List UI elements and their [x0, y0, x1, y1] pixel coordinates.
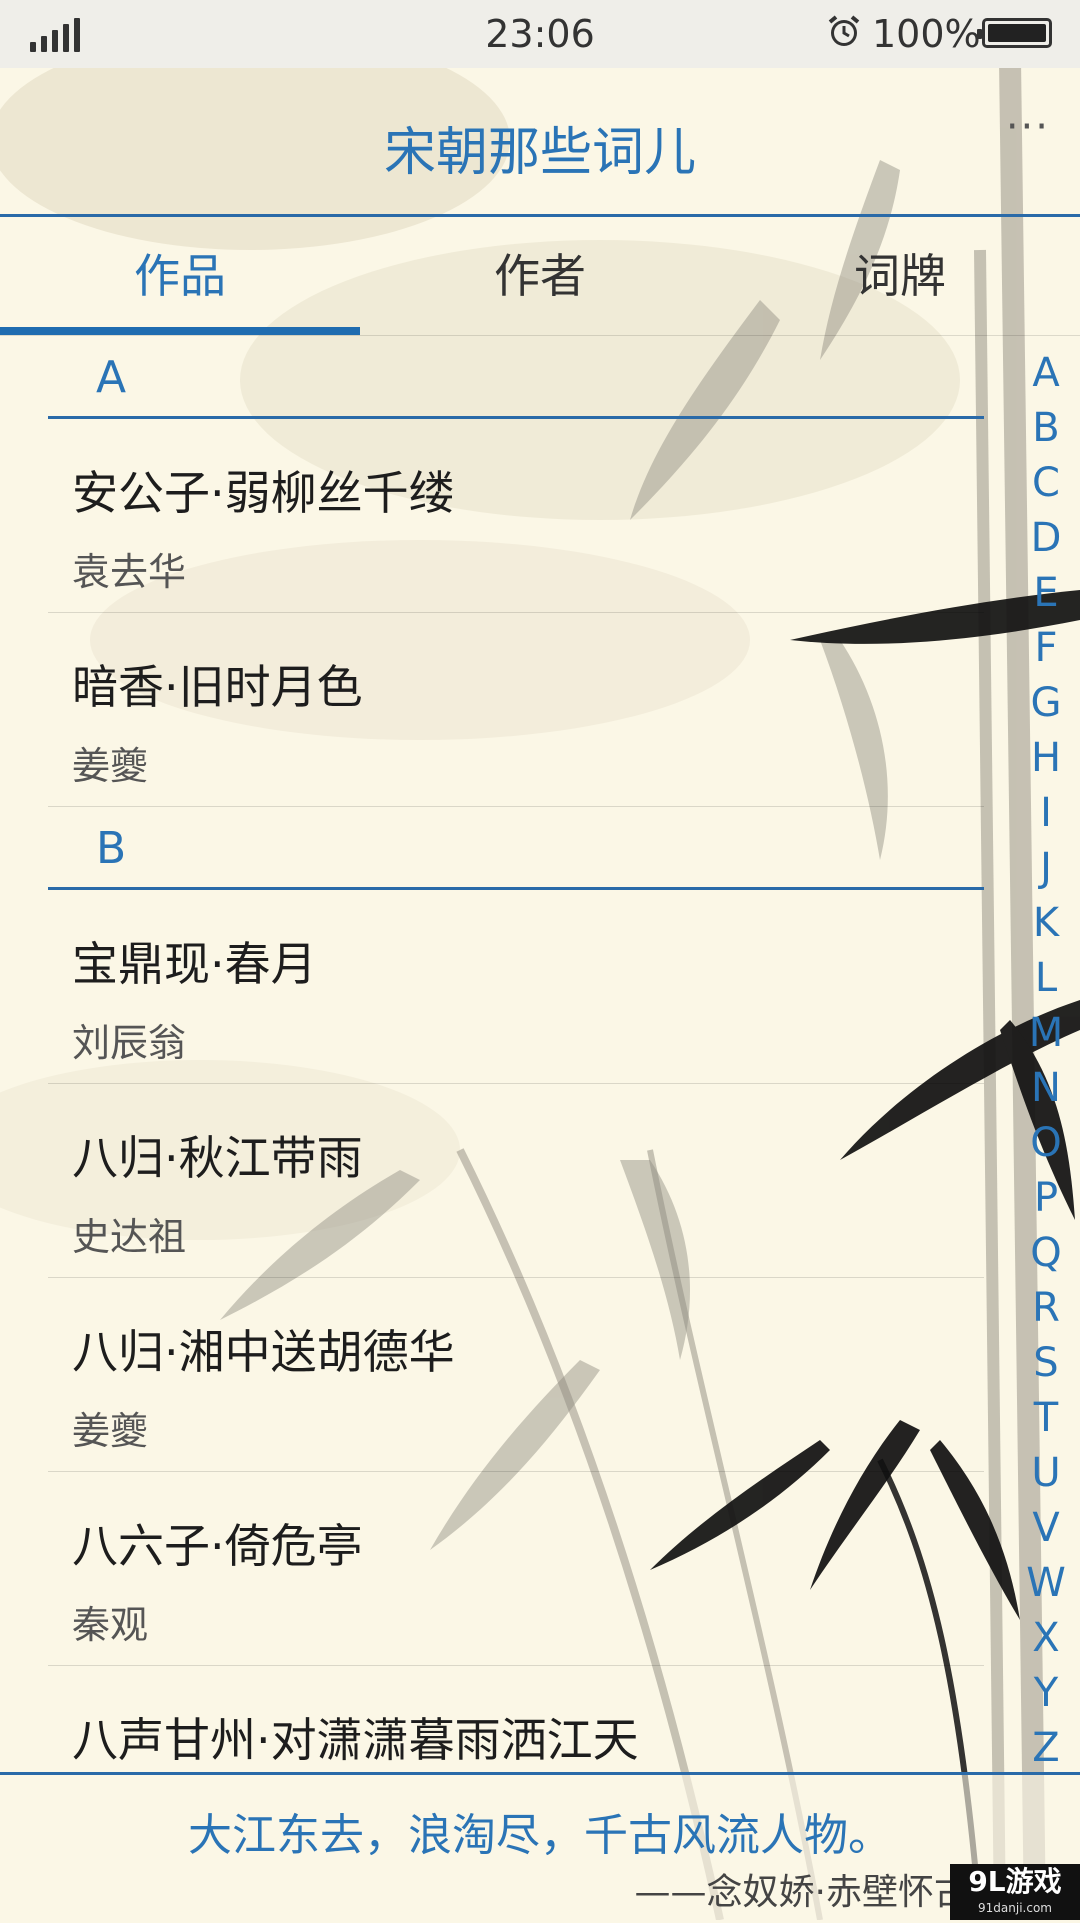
- list-item[interactable]: 八归·秋江带雨 史达祖: [48, 1084, 984, 1278]
- index-letter-p[interactable]: P: [1020, 1171, 1072, 1226]
- watermark-logo: 9L游戏: [968, 1865, 1062, 1898]
- index-letter-i[interactable]: I: [1020, 786, 1072, 841]
- index-letter-c[interactable]: C: [1020, 456, 1072, 511]
- alarm-clock-icon: [828, 15, 860, 46]
- poem-quote: 大江东去，浪淘尽，千古风流人物。: [188, 1810, 892, 1861]
- index-letter-x[interactable]: X: [1020, 1611, 1072, 1666]
- index-letter-b[interactable]: B: [1020, 401, 1072, 456]
- index-letter-d[interactable]: D: [1020, 511, 1072, 566]
- site-watermark: 9L游戏 91danji.com: [950, 1864, 1080, 1920]
- work-title: 八归·湘中送胡德华: [72, 1325, 455, 1379]
- tab-bar: 作品 作者 词牌: [0, 217, 1080, 336]
- list-item[interactable]: 八归·湘中送胡德华 姜夔: [48, 1278, 984, 1472]
- battery-percent: 100%: [872, 12, 981, 56]
- index-letter-s[interactable]: S: [1020, 1336, 1072, 1391]
- work-author: 姜夔: [72, 744, 149, 788]
- index-letter-o[interactable]: O: [1020, 1116, 1072, 1171]
- index-letter-k[interactable]: K: [1020, 896, 1072, 951]
- work-author: 姜夔: [72, 1409, 149, 1453]
- index-letter-a[interactable]: A: [1020, 346, 1072, 401]
- index-letter-y[interactable]: Y: [1020, 1666, 1072, 1721]
- index-letter-h[interactable]: H: [1020, 731, 1072, 786]
- work-title: 安公子·弱柳丝千缕: [72, 466, 455, 520]
- index-letter-z[interactable]: Z: [1020, 1721, 1072, 1776]
- battery-icon: [977, 18, 1052, 48]
- watermark-url: 91danji.com: [978, 1901, 1052, 1915]
- index-letter-v[interactable]: V: [1020, 1501, 1072, 1556]
- work-title: 宝鼎现·春月: [72, 937, 317, 991]
- section-header-a: A: [48, 336, 984, 419]
- index-letter-q[interactable]: Q: [1020, 1226, 1072, 1281]
- tab-authors[interactable]: 作者: [360, 217, 720, 335]
- section-letter: A: [96, 352, 127, 403]
- section-letter: B: [96, 823, 127, 874]
- work-title: 八声甘州·对潇潇暮雨洒江天: [72, 1713, 639, 1767]
- index-letter-l[interactable]: L: [1020, 951, 1072, 1006]
- work-title: 八六子·倚危亭: [72, 1519, 363, 1573]
- quote-source: ——念奴娇·赤壁怀古: [634, 1872, 970, 1913]
- list-item[interactable]: 安公子·弱柳丝千缕 袁去华: [48, 419, 984, 613]
- list-item[interactable]: 宝鼎现·春月 刘辰翁: [48, 890, 984, 1084]
- tab-works[interactable]: 作品: [0, 217, 360, 335]
- index-letter-r[interactable]: R: [1020, 1281, 1072, 1336]
- work-author: 史达祖: [72, 1215, 187, 1259]
- index-letter-u[interactable]: U: [1020, 1446, 1072, 1501]
- work-title: 暗香·旧时月色: [72, 660, 363, 714]
- index-letter-e[interactable]: E: [1020, 566, 1072, 621]
- app-header: 宋朝那些词儿 ···: [0, 68, 1080, 217]
- alphabet-index: A B C D E F G H I J K L M N O P Q R S T …: [1020, 346, 1072, 1776]
- work-author: 刘辰翁: [72, 1021, 187, 1065]
- index-letter-t[interactable]: T: [1020, 1391, 1072, 1446]
- tab-tune-names[interactable]: 词牌: [720, 217, 1080, 335]
- footer-quote-bar: 大江东去，浪淘尽，千古风流人物。 ——念奴娇·赤壁怀古: [0, 1772, 1080, 1923]
- works-list: A 安公子·弱柳丝千缕 袁去华 暗香·旧时月色 姜夔 B 宝鼎现·春月 刘辰翁 …: [48, 336, 984, 1859]
- index-letter-f[interactable]: F: [1020, 621, 1072, 676]
- section-header-b: B: [48, 807, 984, 890]
- index-letter-n[interactable]: N: [1020, 1061, 1072, 1116]
- index-letter-g[interactable]: G: [1020, 676, 1072, 731]
- list-item[interactable]: 八六子·倚危亭 秦观: [48, 1472, 984, 1666]
- page-title: 宋朝那些词儿: [383, 123, 696, 183]
- work-author: 袁去华: [72, 550, 187, 594]
- index-letter-j[interactable]: J: [1020, 841, 1072, 896]
- list-item[interactable]: 暗香·旧时月色 姜夔: [48, 613, 984, 807]
- more-menu-button[interactable]: ···: [1006, 104, 1050, 150]
- work-author: 秦观: [72, 1603, 149, 1647]
- status-bar: 23:06 100%: [0, 0, 1080, 68]
- index-letter-m[interactable]: M: [1020, 1006, 1072, 1061]
- active-tab-indicator: [0, 327, 360, 335]
- work-title: 八归·秋江带雨: [72, 1131, 363, 1185]
- index-letter-w[interactable]: W: [1020, 1556, 1072, 1611]
